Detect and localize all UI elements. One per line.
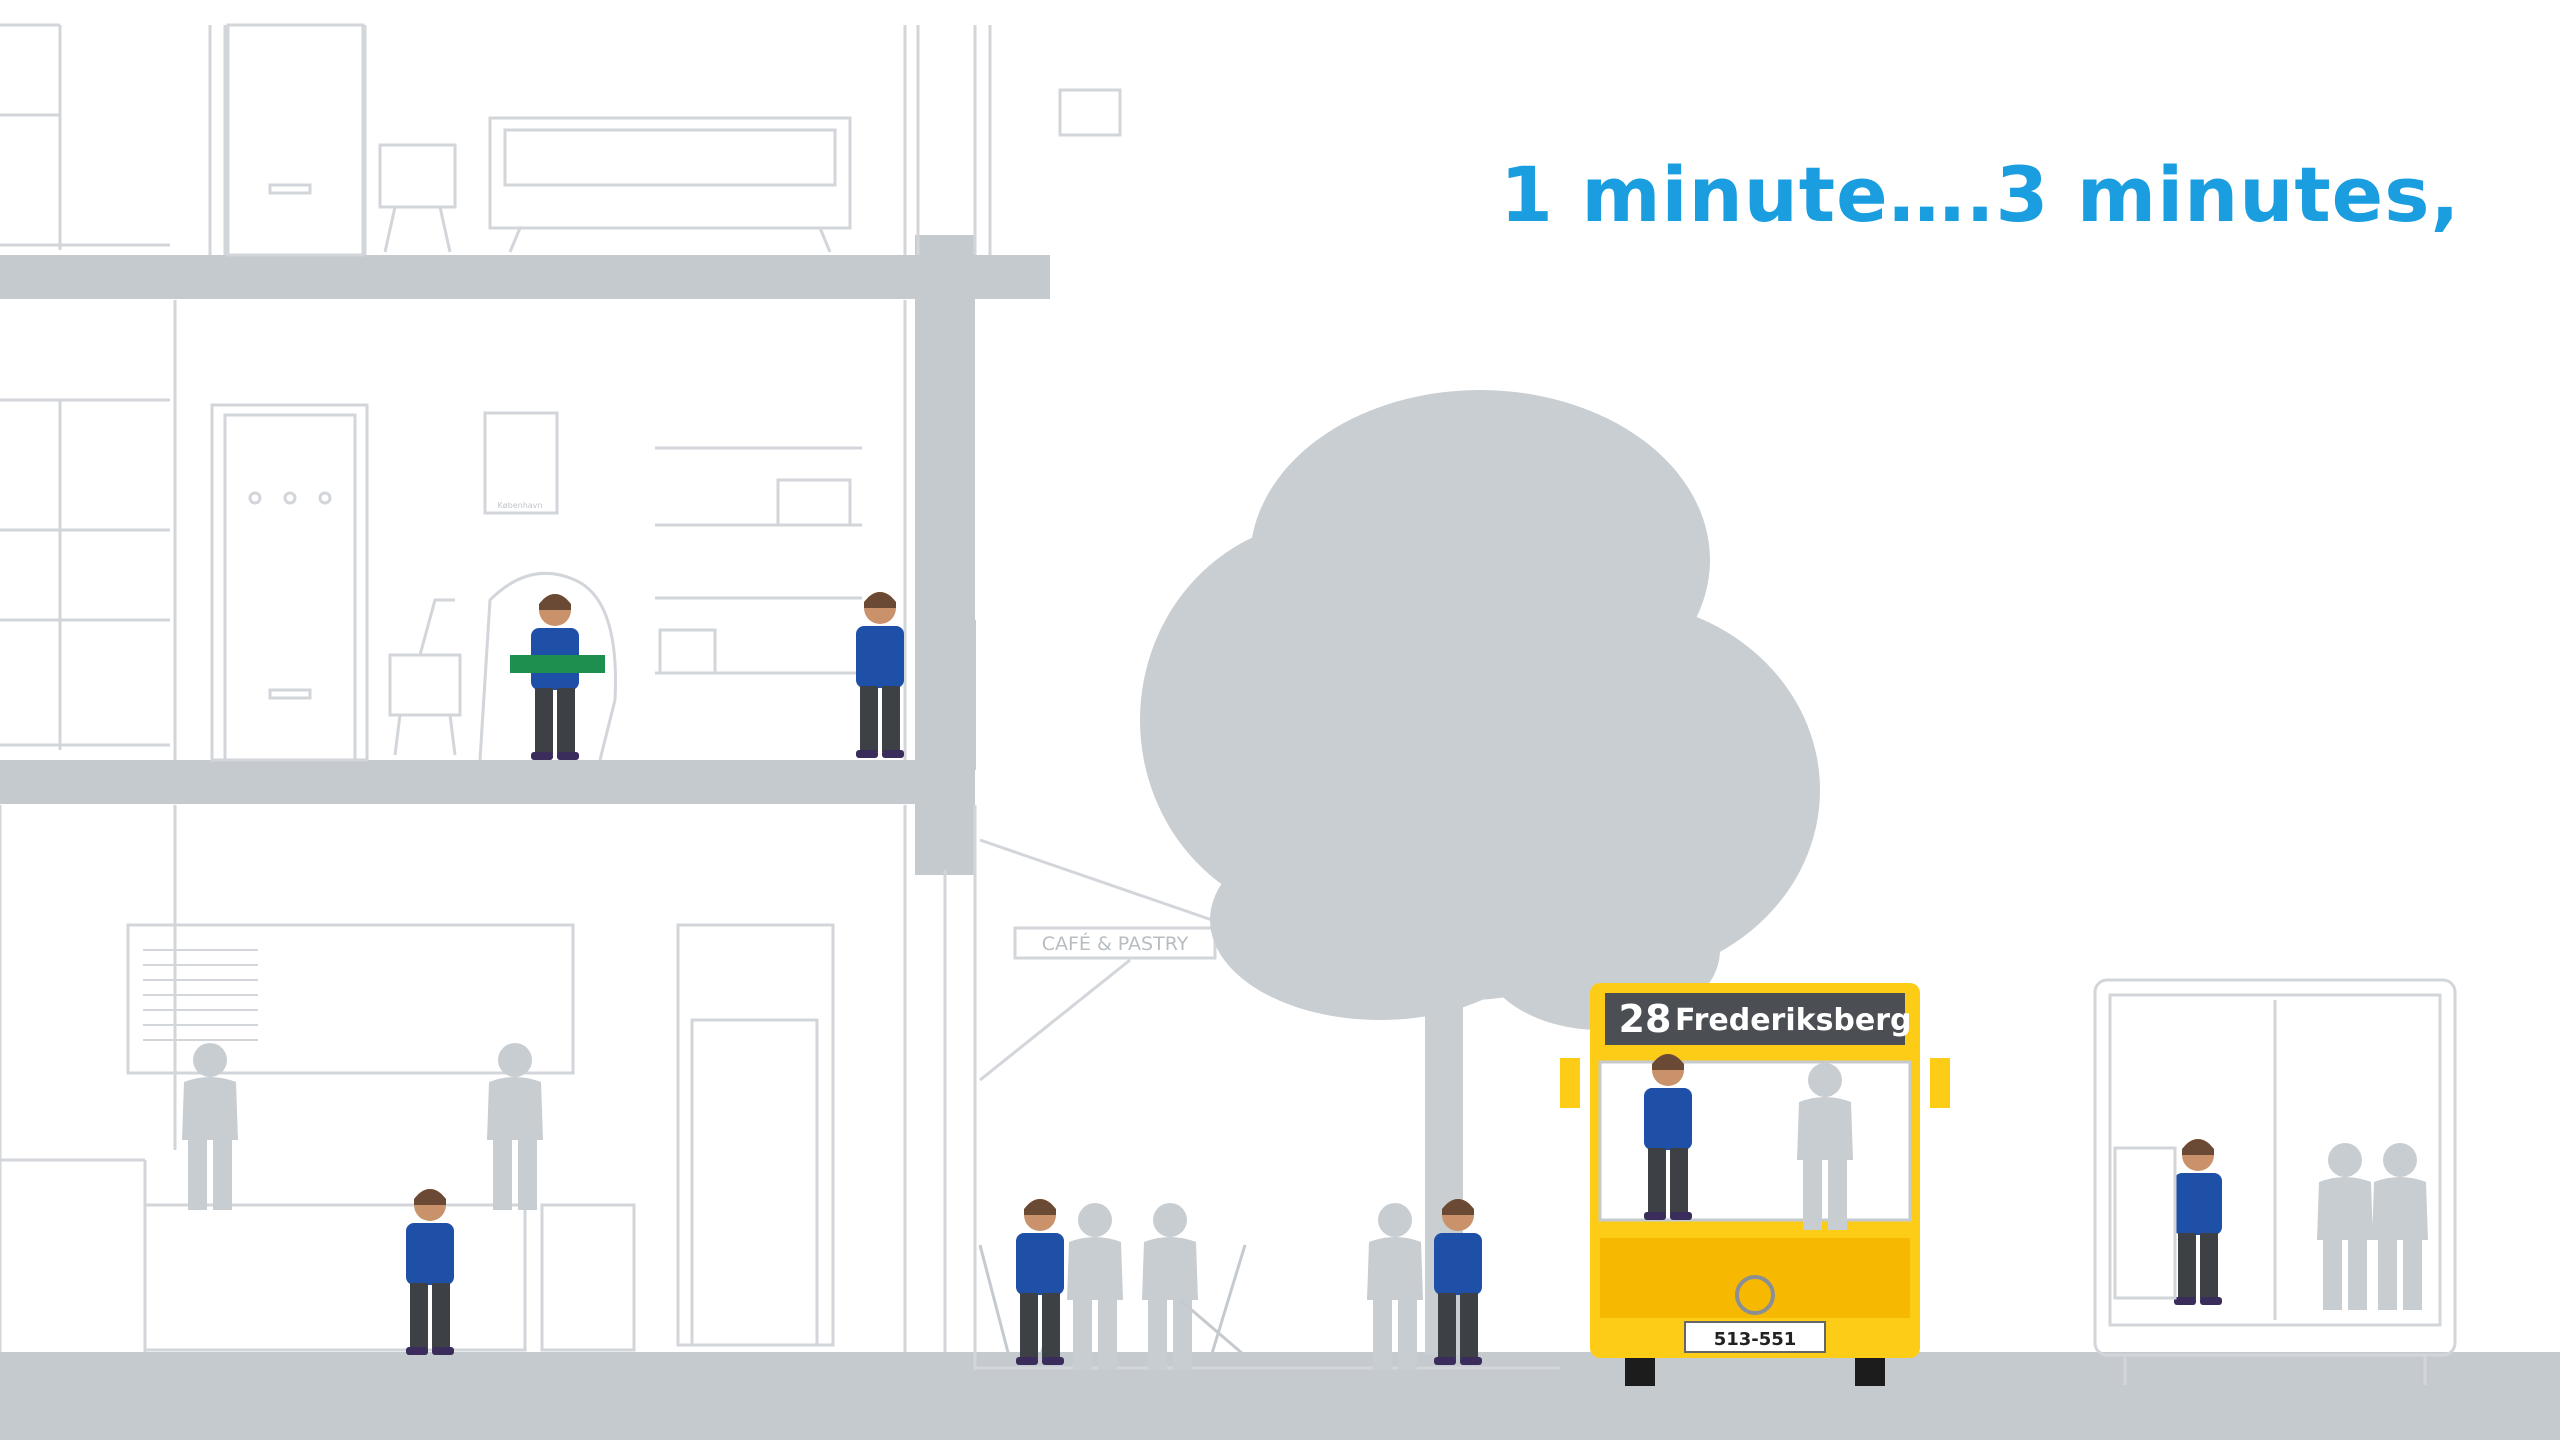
caption-text: 1 minute….3 minutes, [1500, 150, 2461, 239]
building-column [915, 235, 975, 875]
bus-route-number: 28 [1619, 997, 1672, 1041]
person-cafe-chair [1016, 1199, 1064, 1365]
floor-slab-middle [0, 760, 950, 804]
illustration-scene: CAFÉ & PASTRY København 28 Frederiksberg… [0, 0, 2560, 1440]
top-floor-furniture [268, 88, 1122, 253]
balcony-block [918, 620, 976, 770]
top-door [226, 23, 365, 257]
green-book [510, 655, 605, 673]
street-level [980, 1382, 2560, 1440]
person-leaning-balcony [856, 592, 904, 758]
bus-license-plate: 513-551 [1714, 1329, 1797, 1350]
person-at-counter [406, 1189, 454, 1355]
person-in-bus-rear [2174, 1139, 2222, 1305]
menu-board-lines [143, 949, 258, 1041]
person-reading [531, 594, 579, 760]
cafe-pastry-sign: CAFÉ & PASTRY [1042, 932, 1189, 955]
yellow-bus [1560, 983, 1950, 1386]
cafe-ghost-people [182, 1043, 2428, 1370]
floor-slab-top [0, 255, 1050, 299]
bus-destination: Frederiksberg [1675, 1003, 1912, 1038]
poster-caption: København [498, 501, 543, 510]
